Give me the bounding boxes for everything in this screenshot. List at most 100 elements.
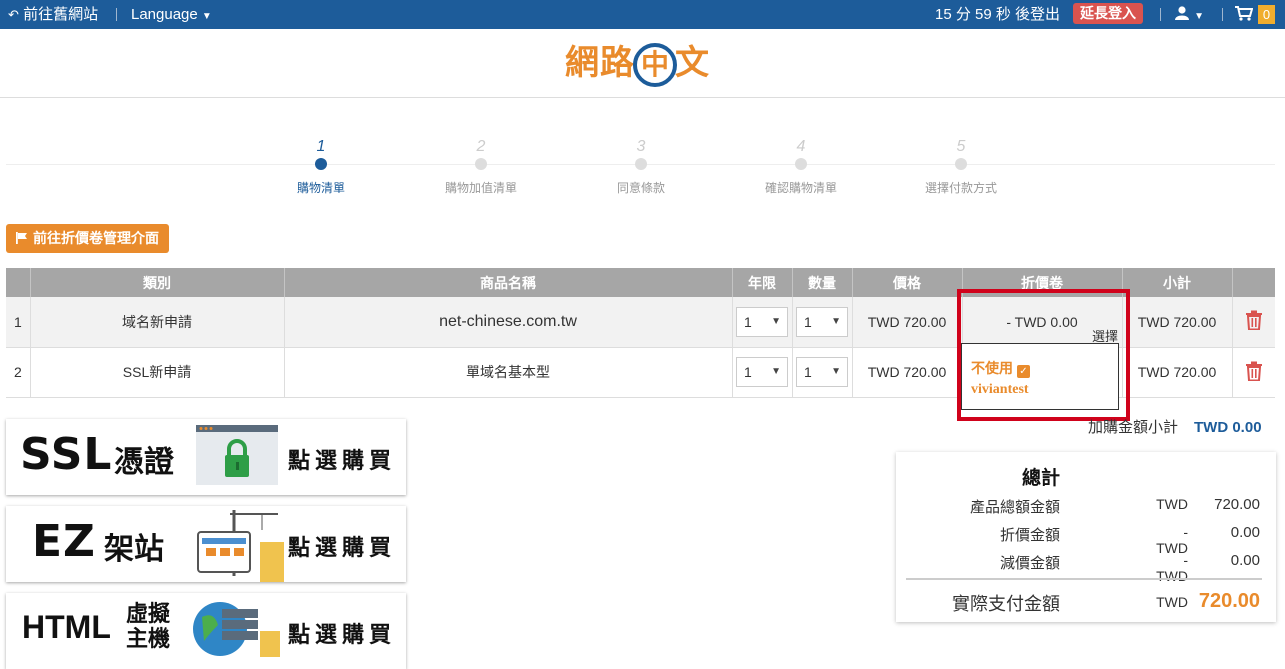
flag-icon [16, 232, 27, 244]
html-hosting-banner[interactable]: HTML 虛擬主機 點選購買 [6, 593, 406, 669]
server-illustration [193, 602, 280, 657]
step-number: 1 [316, 138, 326, 155]
step-2: 2 購物加值清單 [421, 138, 541, 196]
step-label: 購物清單 [296, 181, 345, 195]
extend-login-button[interactable]: 延長登入 [1073, 3, 1143, 24]
row-category: 域名新申請 [30, 297, 285, 348]
years-select[interactable]: 1 ▼ [736, 357, 788, 387]
logo-text-middle: 中 [641, 49, 671, 81]
final-currency: TWD [1156, 594, 1188, 610]
session-timer: 15 分 59 秒 後登出 [935, 0, 1060, 29]
step-dot [635, 158, 647, 170]
column-header-product: 商品名稱 [284, 268, 733, 297]
logo-circle: 中 [633, 43, 677, 88]
banner-title: HTML [22, 609, 111, 645]
padlock-illustration [196, 425, 278, 485]
cart-icon [1235, 6, 1254, 21]
caret-down-icon: ▼ [1194, 11, 1205, 22]
banner-title: EZ [32, 516, 96, 567]
summary-title: 總計 [1021, 468, 1060, 489]
banner-subtitle: 虛擬主機 [126, 601, 171, 651]
summary-amount: 0.00 [1230, 552, 1260, 569]
quantity-select[interactable]: 1 ▼ [796, 306, 848, 337]
final-label: 實際支付金額 [952, 594, 1060, 614]
years-value: 1 [744, 364, 752, 380]
delete-cell [1232, 297, 1275, 348]
trash-icon[interactable] [1245, 310, 1263, 331]
years-value: 1 [744, 313, 752, 330]
summary-label: 減價金額 [999, 555, 1060, 572]
site-header: 網路中文 [0, 29, 1285, 98]
quantity-cell: 1 ▼ [792, 297, 853, 348]
banner-cta: 點選購買 [287, 622, 396, 647]
quantity-value: 1 [804, 313, 812, 330]
step-number: 3 [636, 138, 646, 155]
coupon-management-button[interactable]: 前往折價卷管理介面 [6, 224, 169, 253]
row-price: TWD 720.00 [852, 347, 963, 398]
session-timer-text: 15 分 59 秒 後登出 [935, 6, 1061, 23]
column-header-category: 類別 [30, 268, 285, 297]
step-dot [315, 158, 327, 170]
divider [1222, 8, 1223, 21]
logo-text-right: 文 [675, 44, 710, 82]
caret-down-icon: ▼ [771, 366, 781, 377]
top-bar: ↶ 前往舊網站 Language ▼ 15 分 59 秒 後登出 延長登入 ▼ … [0, 0, 1285, 29]
user-menu[interactable]: ▼ [1174, 0, 1204, 29]
site-logo[interactable]: 網路中文 [565, 37, 710, 89]
years-cell: 1 ▼ [732, 297, 793, 348]
row-subtotal: TWD 720.00 [1122, 347, 1233, 398]
step-label: 選擇付款方式 [924, 181, 997, 195]
step-1: 1 購物清單 [261, 138, 381, 196]
row-price: TWD 720.00 [852, 297, 963, 348]
trash-icon[interactable] [1245, 361, 1263, 381]
summary-label: 折價金額 [999, 527, 1060, 544]
addon-subtotal-value: TWD 0.00 [1194, 419, 1262, 436]
step-5: 5 選擇付款方式 [901, 138, 1021, 196]
row-category: SSL新申請 [30, 347, 285, 398]
column-header-index [6, 268, 31, 297]
back-arrow-icon: ↶ [8, 7, 19, 22]
step-dot [475, 158, 487, 170]
ssl-banner[interactable]: SSL 憑證 點選購買 [6, 419, 406, 495]
order-summary: 總計 產品總額金額 TWD 720.00 折價金額 -TWD 0.00 減價金額… [896, 452, 1276, 622]
cart-count-badge: 0 [1258, 5, 1275, 24]
step-label: 確認購物清單 [764, 181, 837, 195]
delete-cell [1232, 347, 1275, 398]
summary-label: 產品總額金額 [969, 499, 1060, 516]
ez-banner[interactable]: EZ 架站 點選購買 [6, 506, 406, 582]
step-number: 5 [956, 138, 966, 155]
step-label: 購物加值清單 [444, 181, 517, 195]
column-header-price: 價格 [852, 268, 963, 297]
banner-cta: 點選購買 [287, 448, 396, 473]
addon-subtotal: 加購金額小計 TWD 0.00 [1088, 416, 1262, 437]
years-select[interactable]: 1 ▼ [736, 306, 788, 337]
row-product: net-chinese.com.tw [284, 297, 733, 348]
summary-row: 減價金額 -TWD 0.00 [896, 552, 1276, 584]
language-dropdown[interactable]: Language ▼ [131, 0, 212, 29]
summary-divider [906, 578, 1262, 580]
step-label: 同意條款 [616, 181, 665, 195]
caret-down-icon: ▼ [831, 366, 841, 377]
column-header-quantity: 數量 [792, 268, 853, 297]
row-index: 2 [6, 347, 31, 398]
divider [116, 8, 117, 21]
coupon-management-label: 前往折價卷管理介面 [33, 230, 159, 246]
user-icon [1175, 6, 1189, 20]
old-site-link[interactable]: ↶ 前往舊網站 [8, 0, 98, 29]
step-number: 2 [476, 138, 486, 155]
addon-subtotal-label: 加購金額小計 [1088, 419, 1179, 436]
summary-amount: 0.00 [1230, 524, 1260, 541]
summary-final-row: 實際支付金額 TWD 720.00 [896, 590, 1276, 618]
caret-down-icon: ▼ [831, 315, 841, 327]
step-4: 4 確認購物清單 [741, 138, 861, 196]
quantity-select[interactable]: 1 ▼ [796, 357, 848, 387]
crane-illustration [197, 510, 284, 582]
banner-cta: 點選購買 [287, 535, 396, 560]
step-dot [955, 158, 967, 170]
column-header-subtotal: 小計 [1122, 268, 1233, 297]
caret-down-icon: ▼ [201, 11, 212, 22]
cart-link[interactable] [1235, 0, 1254, 29]
row-index: 1 [6, 297, 31, 348]
banner-subtitle: 架站 [104, 533, 164, 566]
summary-currency: TWD [1156, 496, 1188, 512]
